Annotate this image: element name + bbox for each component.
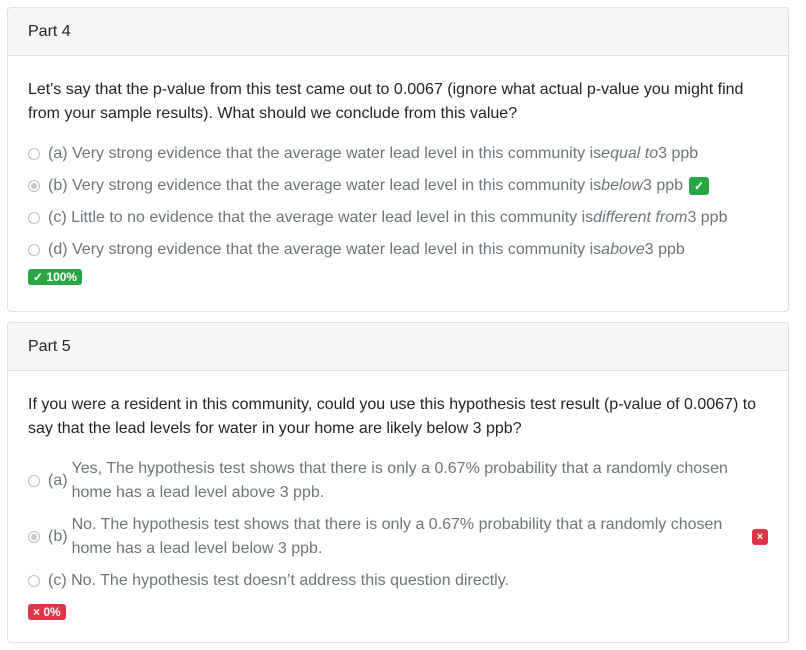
part4-option-a[interactable]: (a) Very strong evidence that the averag… [28, 138, 768, 170]
part4-option-d[interactable]: (d) Very strong evidence that the averag… [28, 234, 768, 266]
radio-button[interactable] [28, 244, 40, 256]
part5-card: Part 5 If you were a resident in this co… [7, 322, 789, 643]
score-badge: × 0% [28, 604, 66, 620]
part4-card: Part 4 Let's say that the p-value from t… [7, 7, 789, 312]
radio-button-selected[interactable] [28, 531, 40, 543]
part4-question: Let's say that the p-value from this tes… [28, 81, 744, 122]
part5-option-c[interactable]: (c) No. The hypothesis test doesn’t addr… [28, 565, 768, 597]
radio-button[interactable] [28, 148, 40, 160]
part4-header: Part 4 [8, 8, 788, 56]
radio-button[interactable] [28, 575, 40, 587]
part5-question: If you were a resident in this community… [28, 396, 757, 437]
radio-button-selected[interactable] [28, 180, 40, 192]
part4-option-b[interactable]: (b) Very strong evidence that the averag… [28, 170, 768, 202]
part5-option-a[interactable]: (a) Yes, The hypothesis test shows that … [28, 453, 768, 509]
part4-option-c[interactable]: (c) Little to no evidence that the avera… [28, 202, 768, 234]
radio-button[interactable] [28, 475, 40, 487]
correct-check-icon: ✓ [689, 177, 710, 195]
part5-header: Part 5 [8, 323, 788, 371]
radio-button[interactable] [28, 212, 40, 224]
part5-option-b[interactable]: (b) No. The hypothesis test shows that t… [28, 509, 768, 565]
incorrect-x-icon: × [752, 529, 768, 545]
score-badge: ✓ 100% [28, 269, 83, 285]
